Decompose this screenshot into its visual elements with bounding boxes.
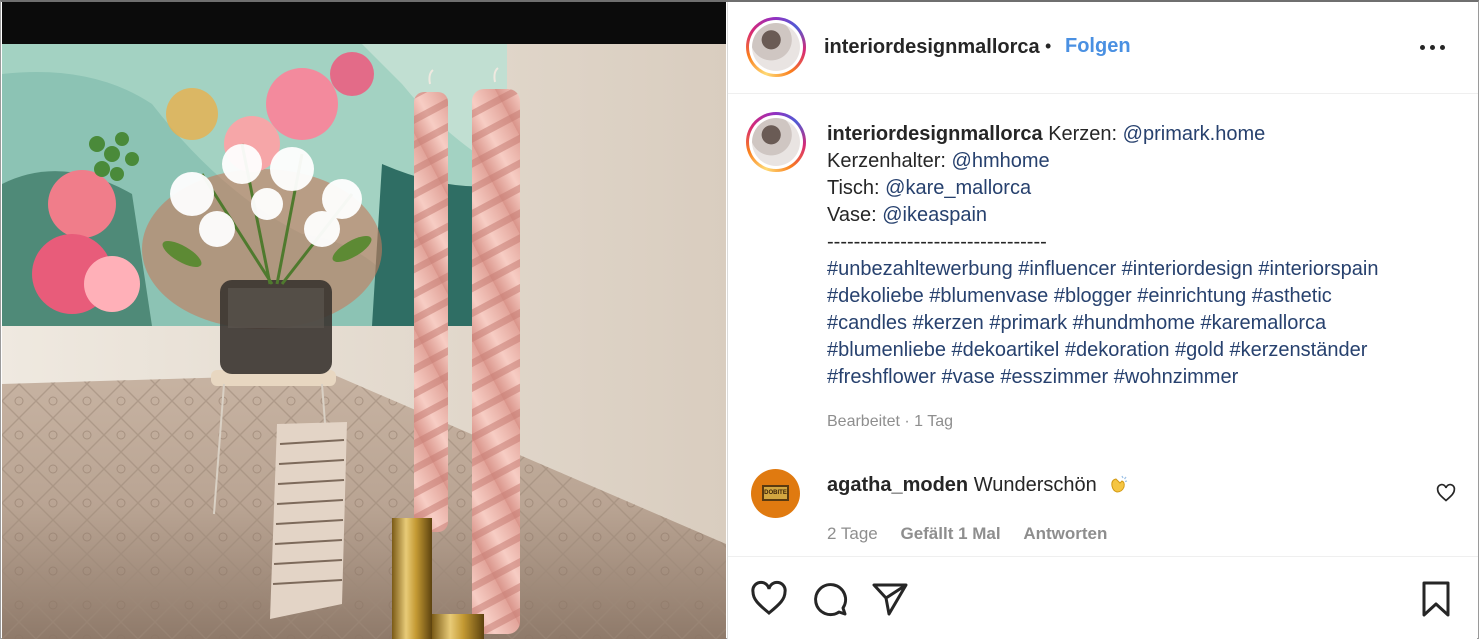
- mention-link[interactable]: @ikeaspain: [882, 204, 987, 226]
- post-photo[interactable]: [2, 2, 726, 639]
- author-avatar[interactable]: [746, 17, 806, 77]
- comment-text: agatha_moden Wunderschön: [827, 474, 1130, 497]
- hashtag-line[interactable]: #unbezahltewerbung #influencer #interior…: [827, 256, 1447, 283]
- hashtag-line[interactable]: #freshflower #vase #esszimmer #wohnzimme…: [827, 364, 1447, 391]
- caption-line-text: Vase:: [827, 204, 883, 226]
- clapping-hands-icon: [1111, 475, 1128, 493]
- mention-link[interactable]: @hmhome: [952, 150, 1050, 172]
- comment-body: Wunderschön: [973, 474, 1097, 496]
- bookmark-icon[interactable]: [1416, 579, 1456, 619]
- post-header: interiordesignmallorca • Folgen: [728, 2, 1478, 94]
- candles-photo-illustration: [2, 44, 726, 639]
- more-options-icon[interactable]: [1418, 34, 1448, 60]
- comment-likes-link[interactable]: Gefällt 1 Mal: [900, 524, 1000, 543]
- caption-line-text: Kerzenhalter:: [827, 150, 952, 172]
- comment-time: 2 Tage: [827, 524, 878, 543]
- comment-icon[interactable]: [810, 579, 850, 619]
- post-action-bar: [728, 556, 1478, 639]
- reply-button[interactable]: Antworten: [1023, 524, 1107, 543]
- mention-link[interactable]: @kare_mallorca: [885, 177, 1031, 199]
- comment-actions: 2 Tage Gefällt 1 Mal Antworten: [827, 524, 1125, 544]
- mention-link[interactable]: @primark.home: [1123, 123, 1266, 145]
- commenter-username[interactable]: agatha_moden: [827, 474, 968, 496]
- photo-top-bar: [2, 2, 726, 44]
- send-icon[interactable]: [870, 579, 910, 619]
- caption-divider: ---------------------------------: [827, 231, 1047, 253]
- comment-like-heart-icon[interactable]: [1436, 483, 1456, 503]
- hashtag-line[interactable]: #dekoliebe #blumenvase #blogger #einrich…: [827, 283, 1447, 310]
- post-detail-panel: interiordesignmallorca • Folgen interior…: [727, 2, 1478, 639]
- hashtag-line[interactable]: #blumenliebe #dekoartikel #dekoration #g…: [827, 337, 1447, 364]
- caption-edited-time: Bearbeitet · 1 Tag: [827, 413, 954, 430]
- heart-icon[interactable]: [749, 579, 789, 619]
- commenter-avatar[interactable]: DOBITE: [751, 469, 800, 518]
- hashtag-line[interactable]: #candles #kerzen #primark #hundmhome #ka…: [827, 310, 1447, 337]
- caption-line-text: Kerzen:: [1048, 123, 1123, 145]
- caption-line-text: Tisch:: [827, 177, 886, 199]
- follow-button[interactable]: Folgen: [1065, 35, 1131, 58]
- caption-author-avatar[interactable]: [746, 112, 806, 172]
- author-username[interactable]: interiordesignmallorca: [824, 36, 1040, 59]
- separator-dot: •: [1045, 36, 1052, 56]
- caption-text: interiordesignmallorca Kerzen: @primark.…: [827, 121, 1447, 391]
- caption-username[interactable]: interiordesignmallorca: [827, 123, 1043, 145]
